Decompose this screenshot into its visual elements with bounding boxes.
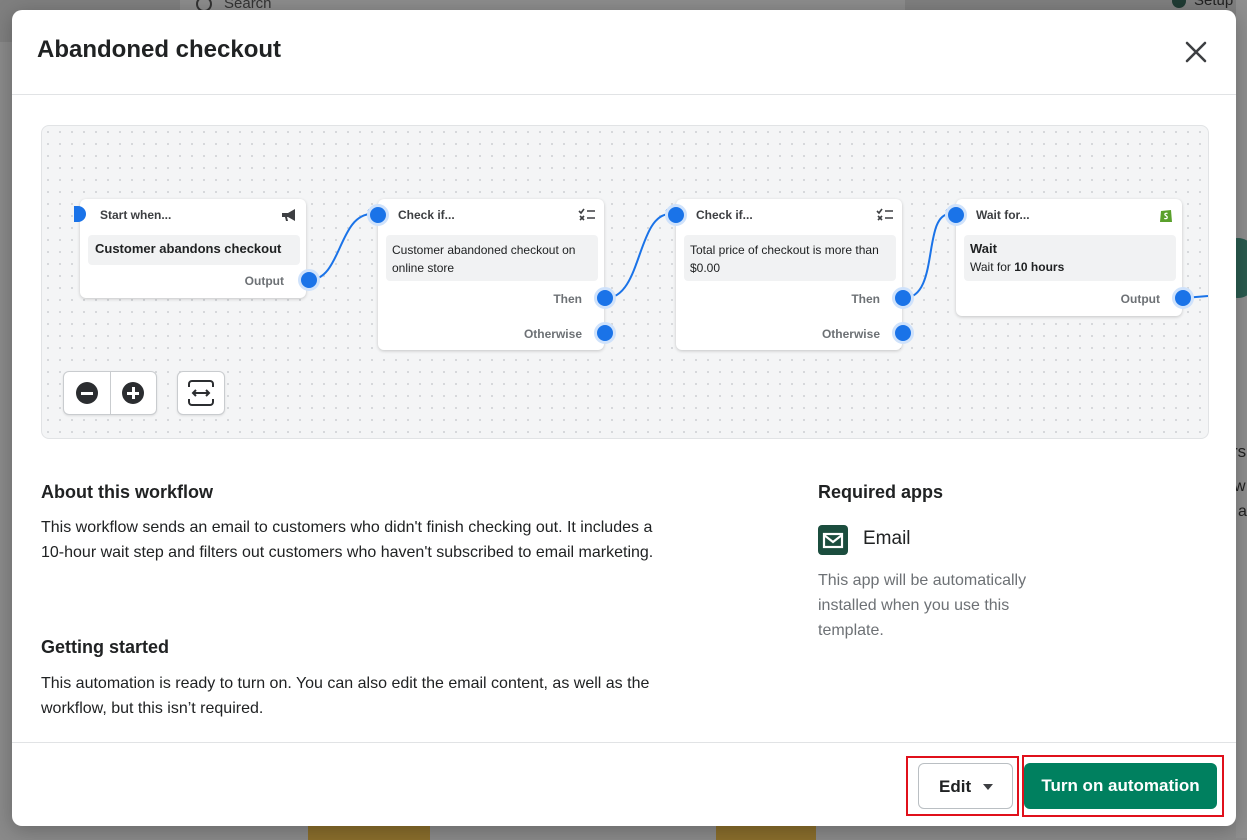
output-label: Output	[1120, 292, 1160, 306]
output-port[interactable]	[298, 269, 320, 291]
node-body-detail: Wait for 10 hours	[970, 258, 1170, 276]
then-label: Then	[553, 292, 582, 306]
modal-title: Abandoned checkout	[37, 36, 282, 63]
wait-node[interactable]: Wait for... Wait Wait for 10 hours Outpu…	[956, 199, 1182, 316]
otherwise-label: Otherwise	[523, 327, 582, 341]
about-heading: About this workflow	[41, 482, 213, 502]
highlight-box	[1022, 755, 1224, 817]
checklist-icon	[876, 207, 894, 223]
trigger-node[interactable]: Start when... Customer abandons checkout…	[74, 199, 306, 298]
getting-started-text: This automation is ready to turn on. You…	[41, 675, 650, 717]
template-modal: Abandoned checkout Start when... Custome…	[12, 10, 1236, 826]
required-apps-heading: Required apps	[818, 482, 944, 502]
node-heading: Start when...	[100, 208, 172, 222]
node-body-text: Total price of checkout is more than $0.…	[690, 243, 879, 275]
condition-node[interactable]: Check if... Customer abandoned checkout …	[378, 199, 604, 350]
background-text-fragment: rs	[1236, 442, 1247, 461]
background-avatar	[1236, 238, 1247, 298]
zoom-out-icon	[76, 382, 98, 404]
node-body-title: Wait	[970, 241, 997, 256]
zoom-in-icon	[122, 382, 144, 404]
node-body: Total price of checkout is more than $0.…	[684, 235, 896, 281]
output-port[interactable]	[1172, 287, 1194, 309]
shopify-icon	[1158, 207, 1176, 223]
node-heading: Check if...	[398, 208, 455, 222]
input-port	[945, 204, 967, 226]
background-setup: Setup	[1172, 0, 1233, 9]
close-button[interactable]	[1180, 36, 1212, 68]
email-icon	[818, 525, 848, 555]
otherwise-label: Otherwise	[821, 327, 880, 341]
node-heading: Check if...	[696, 208, 753, 222]
app-name: Email	[863, 528, 911, 549]
otherwise-port[interactable]	[594, 322, 616, 344]
output-label: Output	[244, 274, 284, 288]
then-label: Then	[851, 292, 880, 306]
zoom-controls	[63, 371, 157, 415]
node-body-prefix: Wait for	[970, 260, 1015, 274]
modal-header: Abandoned checkout	[12, 10, 1236, 95]
fit-to-screen-icon	[187, 380, 215, 406]
close-icon	[1185, 41, 1207, 63]
input-port	[367, 204, 389, 226]
node-body-text: Customer abandons checkout	[95, 241, 282, 256]
background-right-edge: rs w l a	[1236, 0, 1247, 838]
node-heading: Wait for...	[976, 208, 1030, 222]
otherwise-port[interactable]	[892, 322, 914, 344]
about-text: This workflow sends an email to customer…	[41, 519, 654, 561]
condition-node[interactable]: Check if... Total price of checkout is m…	[676, 199, 902, 350]
then-port[interactable]	[892, 287, 914, 309]
input-port	[665, 204, 687, 226]
node-body-text: Customer abandoned checkout on online st…	[392, 243, 576, 275]
setup-icon	[1172, 0, 1186, 9]
workflow-canvas[interactable]: Start when... Customer abandons checkout…	[41, 125, 1209, 439]
start-marker	[74, 206, 86, 222]
background-text-fragment: w	[1236, 478, 1246, 495]
highlight-box	[906, 756, 1019, 816]
megaphone-icon	[280, 207, 298, 223]
getting-started-heading: Getting started	[41, 637, 170, 657]
app-install-note: This app will be automatically installed…	[818, 572, 1027, 639]
node-body: Customer abandoned checkout on online st…	[386, 235, 598, 281]
fit-to-screen-button[interactable]	[177, 371, 225, 415]
node-body-value: 10 hours	[1014, 260, 1065, 274]
node-body: Customer abandons checkout	[88, 235, 300, 265]
then-port[interactable]	[594, 287, 616, 309]
zoom-out-button[interactable]	[64, 372, 111, 414]
checklist-icon	[578, 207, 596, 223]
node-body: Wait Wait for 10 hours	[964, 235, 1176, 281]
zoom-in-button[interactable]	[110, 372, 156, 414]
background-text-fragment: l a	[1236, 503, 1247, 520]
background-setup-label: Setup	[1194, 0, 1234, 9]
